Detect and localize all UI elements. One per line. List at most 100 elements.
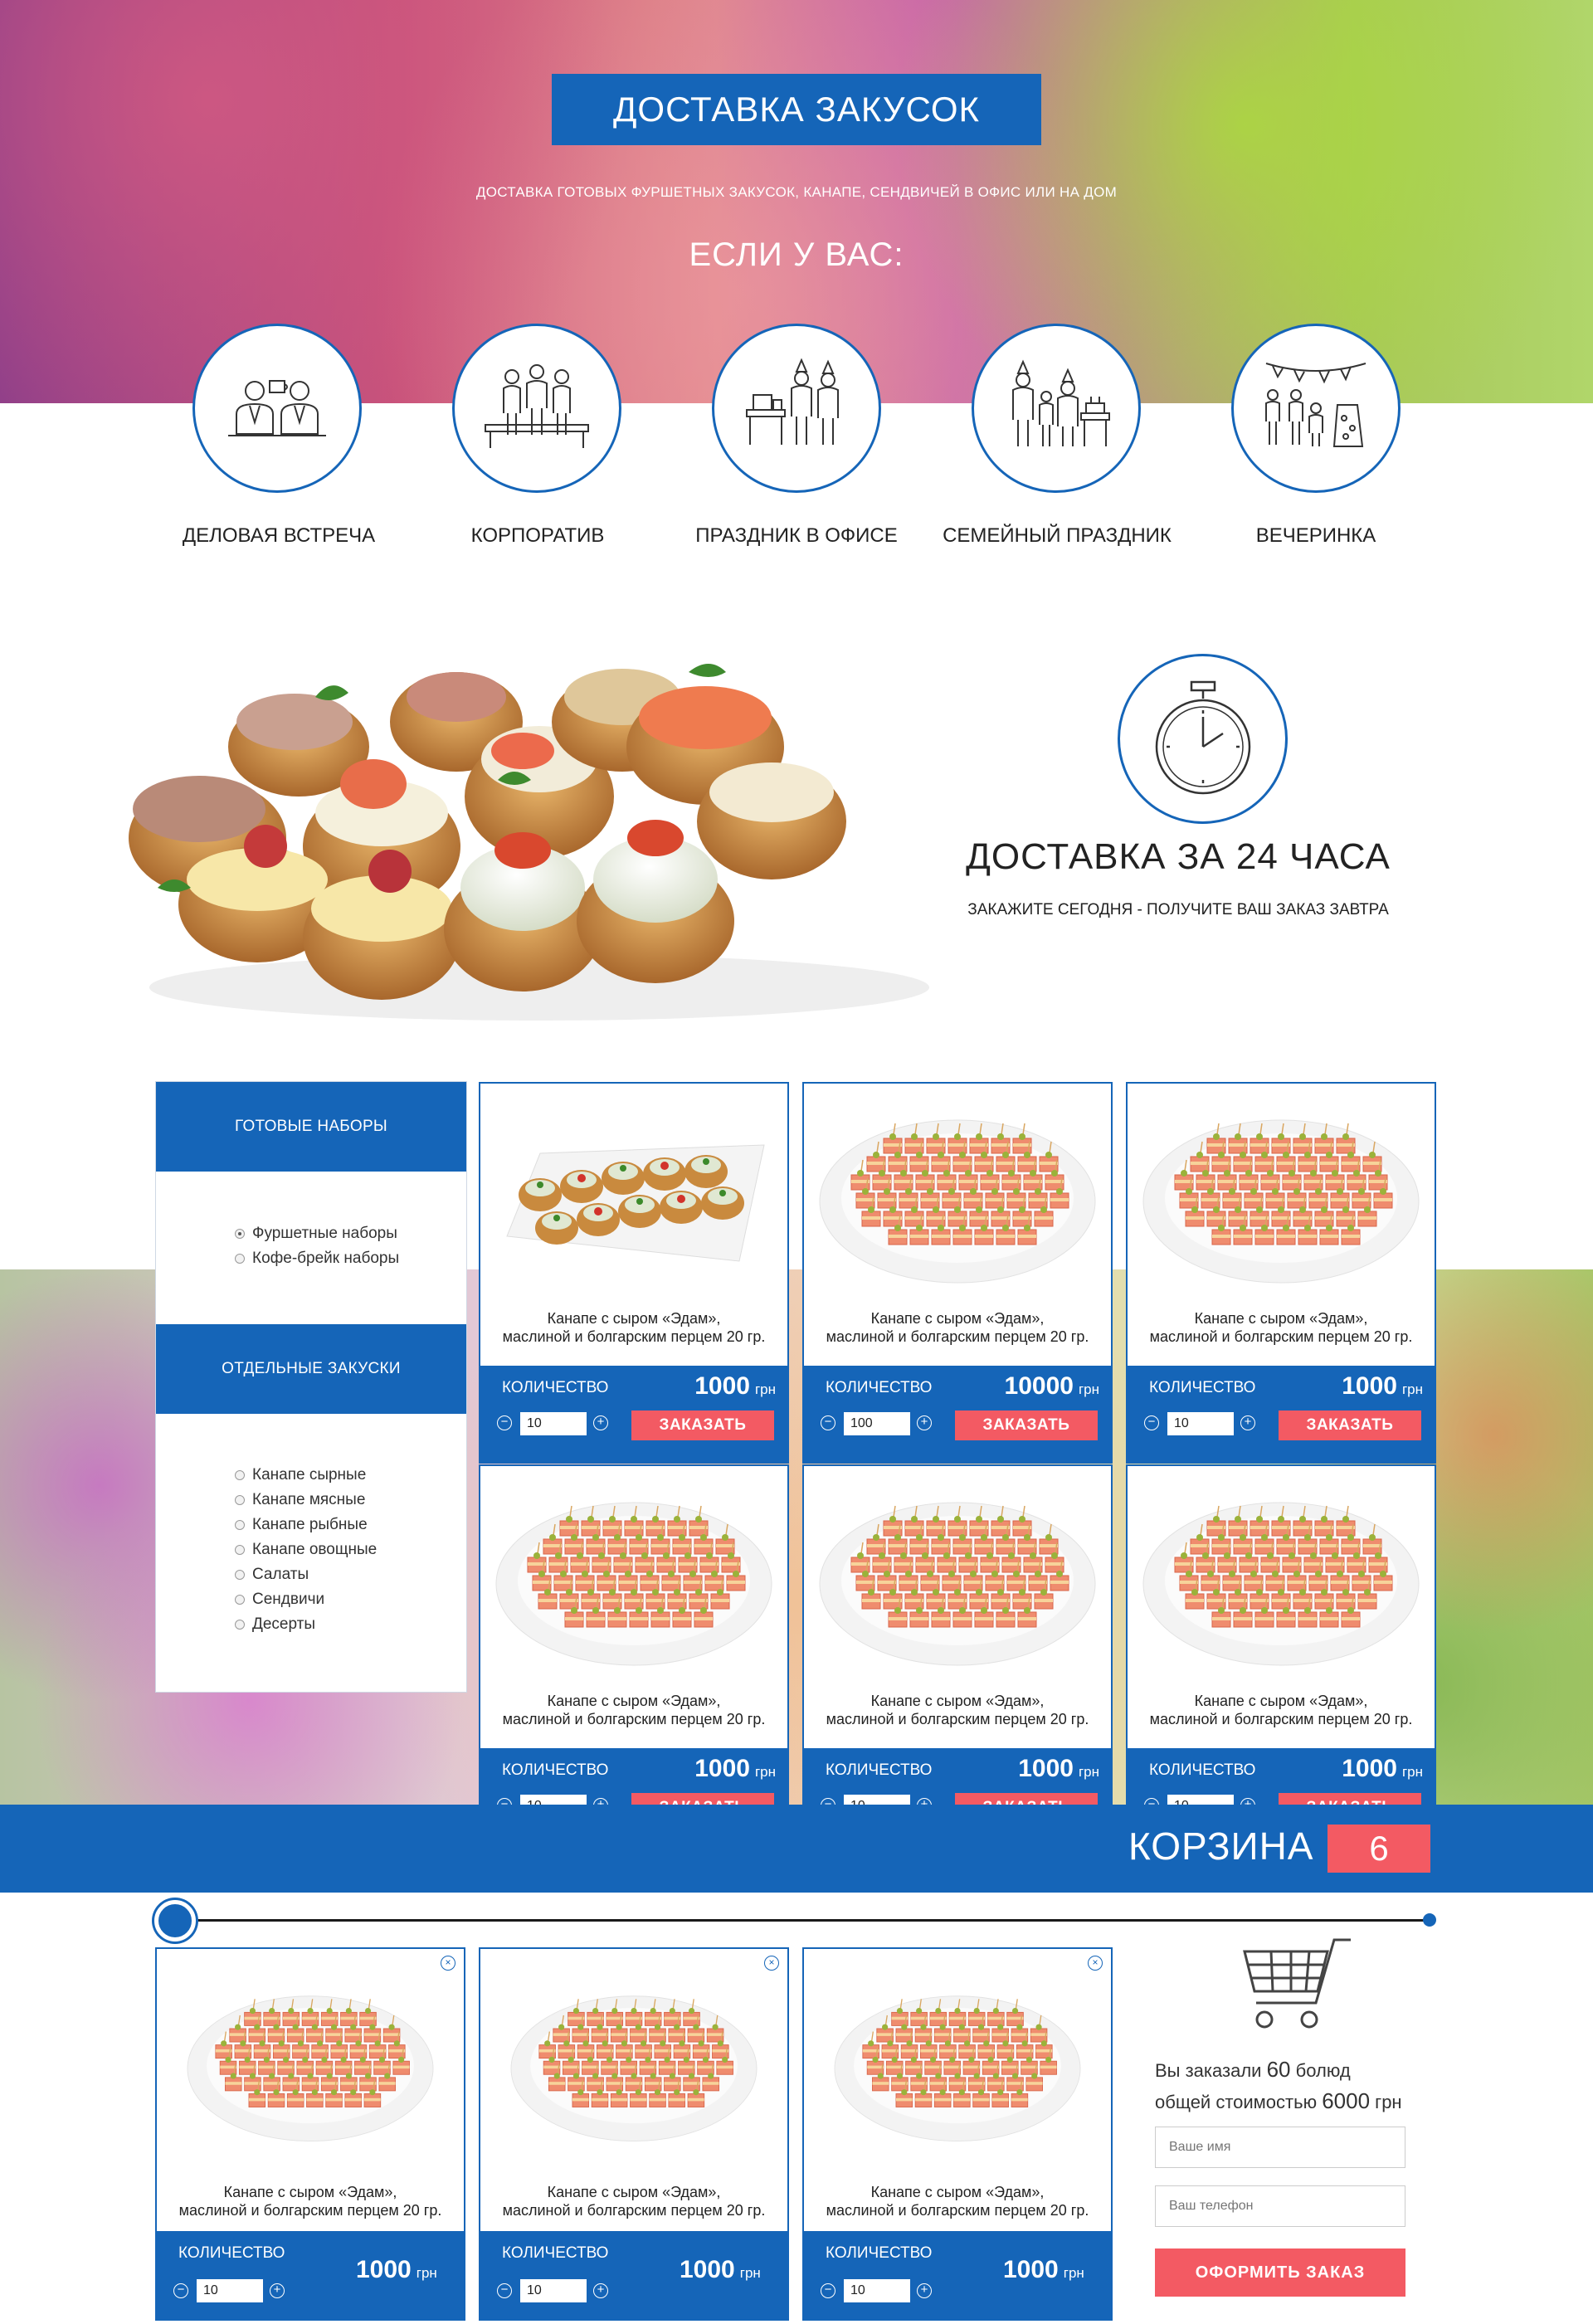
minus-icon[interactable]: − [821,2283,835,2298]
quantity-input[interactable] [844,2279,910,2302]
product-price: 1000 грн [680,2256,761,2284]
delivery-subtitle: ЗАКАЖИТЕ СЕГОДНЯ - ПОЛУЧИТЕ ВАШ ЗАКАЗ ЗА… [967,901,1389,918]
plus-icon[interactable]: + [917,2283,932,2298]
product-name-line: маслиной и болгарским перцем 20 гр. [826,2202,1089,2219]
category-option-label: Десерты [252,1615,316,1633]
order-button[interactable]: ЗАКАЗАТЬ [955,1410,1098,1440]
order-button[interactable]: ЗАКАЗАТЬ [631,1410,774,1440]
cart-progress-line [176,1919,1430,1922]
occasion-party[interactable] [1231,324,1405,493]
radio-icon[interactable] [235,1545,245,1555]
order-button[interactable]: ЗАКАЗАТЬ [1279,1410,1421,1440]
price-value: 1000 [1018,1755,1074,1782]
quantity-label: КОЛИЧЕСТВО [826,1379,933,1396]
minus-icon[interactable]: − [1144,1415,1159,1430]
radio-icon[interactable] [235,1495,245,1505]
currency: грн [739,2265,761,2281]
canape-tray-image [506,1144,765,1262]
corporate-party-icon [452,324,621,493]
separate-snacks-list: Канапе сырные Канапе мясные Канапе рыбны… [235,1463,377,1637]
radio-icon[interactable] [235,1595,245,1605]
summary-dishes-count: 60 [1266,2057,1291,2082]
quantity-input[interactable] [520,2279,587,2302]
canape-plate-image [819,1119,1096,1284]
plus-icon[interactable]: + [917,1415,932,1430]
category-option-fish-canape[interactable]: Канапе рыбные [235,1513,377,1537]
remove-item-icon[interactable]: × [1088,1956,1103,1971]
product-name-line: Канапе с сыром «Эдам», [547,1310,721,1327]
category-option-salads[interactable]: Салаты [235,1562,377,1587]
product-name-line: Канапе с сыром «Эдам», [223,2184,397,2200]
plus-icon[interactable]: + [593,2283,608,2298]
product-card: Канапе с сыром «Эдам», маслиной и болгарс… [1126,1082,1436,1464]
radio-icon[interactable] [235,1254,245,1264]
product-name: Канапе с сыром «Эдам», маслиной и болгарс… [157,2183,464,2219]
canape-plate-image [187,1995,434,2141]
category-option-meat-canape[interactable]: Канапе мясные [235,1488,377,1513]
radio-icon[interactable] [235,1470,245,1480]
radio-icon[interactable] [235,1520,245,1530]
category-option-label: Кофе-брейк наборы [252,1250,400,1267]
product-price: 1000 грн [1003,2256,1084,2284]
price-value: 1000 [1003,2256,1059,2283]
quantity-label: КОЛИЧЕСТВО [1149,1379,1256,1396]
remove-item-icon[interactable]: × [441,1956,455,1971]
product-card: Канапе с сыром «Эдам», маслиной и болгарс… [802,1464,1113,1846]
category-option-sandwiches[interactable]: Сендвичи [235,1587,377,1612]
checkout-button[interactable]: ОФОРМИТЬ ЗАКАЗ [1155,2248,1405,2297]
category-option-cheese-canape[interactable]: Канапе сырные [235,1463,377,1488]
cart-header: КОРЗИНА 6 [0,1805,1593,1893]
product-price: 1000 грн [1342,1755,1423,1783]
name-input[interactable] [1155,2127,1405,2168]
category-option-veg-canape[interactable]: Канапе овощные [235,1537,377,1562]
product-name-line: Канапе с сыром «Эдам», [547,2184,721,2200]
category-option-buffet-sets[interactable]: Фуршетные наборы [235,1221,399,1246]
quantity-label: КОЛИЧЕСТВО [502,1379,609,1396]
minus-icon[interactable]: − [173,2283,188,2298]
minus-icon[interactable]: − [497,1415,512,1430]
occasion-office-party[interactable] [712,324,886,493]
product-name-line: маслиной и болгарским перцем 20 гр. [1149,1328,1413,1345]
occasion-business-meeting[interactable] [192,324,367,493]
product-card: Канапе с сыром «Эдам», маслиной и болгарс… [479,1464,789,1846]
category-option-desserts[interactable]: Десерты [235,1612,377,1637]
quantity-label: КОЛИЧЕСТВО [502,1761,609,1779]
quantity-input[interactable] [1167,1412,1234,1435]
canape-plate-image [495,1502,772,1666]
product-name-line: маслиной и болгарским перцем 20 гр. [178,2202,442,2219]
minus-icon[interactable]: − [497,2283,512,2298]
remove-item-icon[interactable]: × [764,1956,779,1971]
plus-icon[interactable]: + [270,2283,285,2298]
delivery-title: ДОСТАВКА ЗА 24 ЧАСА [966,836,1391,877]
currency: грн [1401,1764,1423,1780]
price-value: 1000 [1342,1372,1397,1400]
cart-count-badge: 6 [1328,1825,1430,1873]
plus-icon[interactable]: + [593,1415,608,1430]
radio-selected-icon[interactable] [235,1229,245,1239]
quantity-input[interactable] [520,1412,587,1435]
price-value: 1000 [694,1755,750,1782]
occasion-corporate[interactable] [452,324,626,493]
phone-input[interactable] [1155,2185,1405,2227]
canape-plate-image [834,1995,1081,2141]
quantity-input[interactable] [197,2279,263,2302]
cart-item-card: × Канапе с сыром «Эдам», маслиной и болга… [479,1947,789,2321]
product-price: 1000 грн [694,1372,776,1401]
currency: грн [1401,1381,1423,1397]
shopping-cart-icon [1243,1938,1351,2029]
radio-icon[interactable] [235,1570,245,1580]
occasion-family[interactable] [972,324,1146,493]
clock-icon [1118,654,1288,824]
quantity-input[interactable] [844,1412,910,1435]
plus-icon[interactable]: + [1240,1415,1255,1430]
category-option-coffee-break-sets[interactable]: Кофе-брейк наборы [235,1246,399,1271]
summary-currency: грн [1375,2092,1402,2112]
category-option-label: Канапе сырные [252,1466,367,1484]
product-price: 1000 грн [694,1755,776,1783]
radio-icon[interactable] [235,1620,245,1630]
product-name-line: Канапе с сыром «Эдам», [1194,1310,1368,1327]
quantity-label: КОЛИЧЕСТВО [502,2244,609,2262]
product-name-line: маслиной и болгарским перцем 20 гр. [826,1711,1089,1727]
cart-item-bar: КОЛИЧЕСТВО 1000грн − + [157,2231,464,2319]
minus-icon[interactable]: − [821,1415,835,1430]
